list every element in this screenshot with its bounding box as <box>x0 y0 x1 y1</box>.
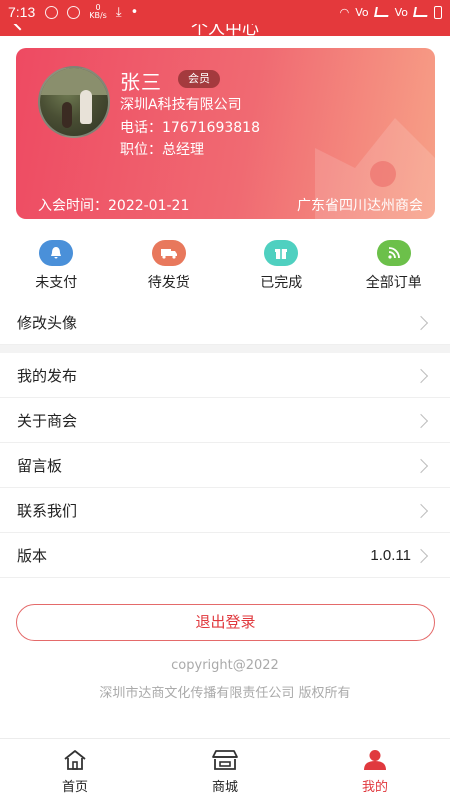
menu-message-board[interactable]: 留言板 <box>0 443 450 488</box>
order-all-label: 全部订单 <box>365 275 422 291</box>
truck-icon <box>151 240 186 266</box>
order-unpaid[interactable]: 未支付 <box>0 240 113 296</box>
chamber-name: 广东省四川达州商会 <box>297 198 423 214</box>
page-title: 个人中心 <box>191 24 259 36</box>
dot-icon: • <box>130 4 139 20</box>
chevron-right-icon <box>413 368 429 384</box>
user-position: 职位：总经理 <box>120 142 204 158</box>
store-icon <box>212 750 238 770</box>
status-time: 7:13 <box>8 4 36 20</box>
rights-text: 深圳市达商文化传播有限责任公司 版权所有 <box>99 686 351 701</box>
rss-icon <box>376 240 411 266</box>
signal-icon-2 <box>413 7 429 17</box>
menu-label: 联系我们 <box>17 501 78 520</box>
chevron-right-icon <box>413 503 429 519</box>
nav-mine[interactable]: 我的 <box>300 739 450 800</box>
user-company: 深圳A科技有限公司 <box>120 97 242 113</box>
menu-label: 修改头像 <box>17 313 78 332</box>
volte-label-2: Vo <box>394 5 408 19</box>
gift-icon <box>264 240 299 266</box>
order-all[interactable]: 全部订单 <box>338 240 450 296</box>
volte-label-1: Vo <box>355 5 369 19</box>
menu-about[interactable]: 关于商会 <box>0 398 450 443</box>
order-pending-shipment[interactable]: 待发货 <box>113 240 226 296</box>
chevron-right-icon <box>413 413 429 429</box>
menu-change-avatar[interactable]: 修改头像 <box>0 300 450 345</box>
copyright-text: copyright@2022 <box>171 658 279 673</box>
menu-label: 关于商会 <box>17 411 78 430</box>
nav-label: 商城 <box>211 780 238 795</box>
user-name: 张三 <box>120 70 162 94</box>
menu-contact[interactable]: 联系我们 <box>0 488 450 533</box>
user-phone: 电话：17671693818 <box>120 120 260 136</box>
user-icon <box>364 750 386 770</box>
profile-card: 张三 会员 深圳A科技有限公司 电话：17671693818 职位：总经理 入会… <box>16 48 435 219</box>
order-completed[interactable]: 已完成 <box>225 240 338 296</box>
battery-icon <box>434 5 442 19</box>
download-icon: ⤓ <box>115 4 122 20</box>
menu-label: 我的发布 <box>17 366 78 385</box>
menu-label: 版本 <box>17 546 48 565</box>
order-unpaid-label: 未支付 <box>35 275 78 291</box>
bottom-nav: 首页 商城 我的 <box>0 738 450 800</box>
menu-my-posts[interactable]: 我的发布 <box>0 353 450 398</box>
version-value: 1.0.11 <box>370 546 411 564</box>
order-shortcuts: 未支付 待发货 已完成 全部订单 <box>0 240 450 296</box>
chevron-right-icon <box>413 548 429 564</box>
menu-label: 留言板 <box>17 456 63 475</box>
net-speed: 0 KB/s <box>89 3 107 20</box>
header: 个人中心 <box>0 24 450 36</box>
home-icon <box>64 750 86 770</box>
avatar[interactable] <box>38 66 110 138</box>
nav-label: 我的 <box>361 780 388 795</box>
nav-home[interactable]: 首页 <box>0 739 150 800</box>
status-bar: 7:13 0 KB/s ⤓ • ◠ Vo Vo <box>0 0 450 24</box>
notification-icon <box>45 5 59 19</box>
join-date: 入会时间：2022-01-21 <box>38 198 190 214</box>
logout-button[interactable]: 退出登录 <box>16 604 435 641</box>
order-pending-label: 待发货 <box>147 275 190 291</box>
section-divider <box>0 345 450 353</box>
app-notification-icon <box>67 5 81 19</box>
menu-version[interactable]: 版本 1.0.11 <box>0 533 450 578</box>
chevron-right-icon <box>413 458 429 474</box>
order-completed-label: 已完成 <box>260 275 303 291</box>
bell-icon <box>39 240 74 266</box>
wifi-icon: ◠ <box>339 5 350 19</box>
member-badge: 会员 <box>178 70 220 88</box>
nav-label: 首页 <box>61 780 88 795</box>
nav-store[interactable]: 商城 <box>150 739 300 800</box>
signal-icon <box>373 7 390 17</box>
chevron-right-icon <box>413 315 429 331</box>
